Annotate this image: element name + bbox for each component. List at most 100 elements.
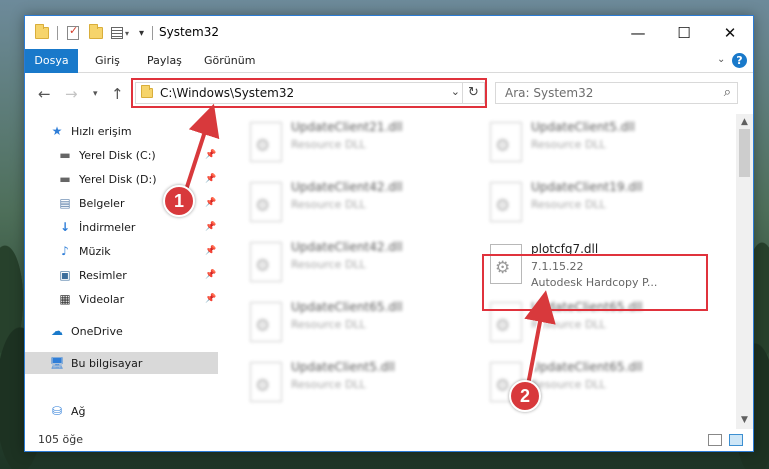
sidebar-item-onedrive[interactable]: ☁ OneDrive	[25, 320, 218, 342]
sidebar-item-label: Ağ	[71, 404, 86, 418]
tab-view[interactable]: Görünüm	[194, 49, 265, 73]
computer-icon: 🖥	[49, 356, 65, 370]
list-item[interactable]: UpdateClient65.dll Resource DLL	[244, 296, 464, 352]
forward-button[interactable]: →	[65, 85, 78, 103]
explorer-window: ▾ ▾ System32 — ☐ ✕ Dosya Giriş Paylaş Gö…	[24, 15, 754, 452]
drive-c-icon: ▬	[59, 148, 71, 162]
videos-icon: ▦	[59, 292, 71, 306]
file-name: UpdateClient42.dll	[291, 240, 403, 254]
sidebar-item-downloads[interactable]: ↓ İndirmeler 📌	[25, 216, 218, 238]
callout-2: 2	[509, 380, 541, 412]
file-description: Resource DLL	[291, 138, 366, 151]
downloads-icon: ↓	[59, 220, 71, 234]
status-bar: 105 öğe	[25, 429, 753, 451]
sidebar-item-quick-access[interactable]: ★ Hızlı erişim	[25, 120, 218, 142]
separator	[57, 25, 58, 41]
maximize-button[interactable]: ☐	[661, 16, 707, 49]
title-bar: ▾ ▾ System32 — ☐ ✕	[25, 16, 753, 49]
list-item[interactable]: UpdateClient5.dll Resource DLL	[244, 356, 464, 412]
minimize-button[interactable]: —	[615, 16, 661, 49]
documents-icon: ▤	[59, 196, 71, 210]
address-highlight-box	[131, 78, 487, 108]
dll-file-icon	[250, 302, 282, 342]
help-icon[interactable]: ?	[732, 53, 747, 68]
file-name: UpdateClient65.dll	[291, 300, 403, 314]
scroll-thumb[interactable]	[739, 129, 750, 177]
dll-file-icon	[490, 122, 522, 162]
sidebar-item-label: Belgeler	[79, 196, 125, 210]
list-item[interactable]: UpdateClient42.dll Resource DLL	[244, 176, 464, 232]
dll-file-icon	[490, 182, 522, 222]
file-name: UpdateClient19.dll	[531, 180, 643, 194]
sidebar-item-music[interactable]: ♪ Müzik 📌	[25, 240, 218, 262]
file-description: Resource DLL	[531, 198, 606, 211]
dll-file-icon	[250, 122, 282, 162]
file-name: UpdateClient42.dll	[291, 180, 403, 194]
pin-icon: 📌	[205, 222, 217, 232]
file-description: Resource DLL	[291, 198, 366, 211]
search-icon: ⌕	[723, 85, 731, 100]
recent-locations-icon[interactable]: ▾	[93, 89, 98, 99]
pin-icon: 📌	[205, 270, 217, 280]
pin-icon: 📌	[205, 174, 217, 184]
dll-file-icon	[250, 182, 282, 222]
drive-d-icon: ▬	[59, 172, 71, 186]
file-description: Resource DLL	[531, 378, 606, 391]
cloud-icon: ☁	[51, 324, 63, 338]
tiles-view-icon[interactable]	[729, 434, 743, 446]
sidebar-item-label: İndirmeler	[79, 220, 136, 234]
pin-icon: 📌	[205, 150, 217, 160]
ribbon-tabs: Dosya Giriş Paylaş Görünüm ⌄ ?	[25, 49, 753, 105]
up-button[interactable]: ↑	[111, 85, 124, 103]
sidebar-item-label: Yerel Disk (C:)	[79, 148, 156, 162]
details-view-icon[interactable]	[708, 434, 722, 446]
pin-icon: 📌	[205, 246, 217, 256]
customize-toolbar-icon[interactable]: ▾	[139, 25, 144, 41]
list-item[interactable]: UpdateClient21.dll Resource DLL	[244, 116, 464, 172]
scroll-down-icon[interactable]: ▼	[736, 412, 753, 429]
sidebar-item-label: Hızlı erişim	[71, 124, 132, 138]
folder-icon	[35, 24, 49, 41]
dll-file-icon	[250, 362, 282, 402]
sidebar-item-this-pc[interactable]: 🖥 Bu bilgisayar	[25, 352, 218, 374]
close-button[interactable]: ✕	[707, 16, 753, 49]
pin-icon: 📌	[205, 198, 217, 208]
search-placeholder: Ara: System32	[505, 86, 594, 100]
pictures-icon: ▣	[59, 268, 71, 282]
properties-icon[interactable]	[67, 24, 79, 41]
new-folder-icon[interactable]	[89, 24, 103, 41]
file-name: UpdateClient21.dll	[291, 120, 403, 134]
file-description: Resource DLL	[291, 318, 366, 331]
sidebar-item-network[interactable]: ⛁ Ağ	[25, 400, 218, 422]
item-count: 105 öğe	[38, 433, 83, 446]
sidebar-item-label: Bu bilgisayar	[71, 356, 143, 370]
list-item[interactable]: UpdateClient5.dll Resource DLL	[484, 116, 704, 172]
sidebar-item-drive-c[interactable]: ▬ Yerel Disk (C:) 📌	[25, 144, 218, 166]
file-name: UpdateClient5.dll	[531, 120, 635, 134]
sidebar-item-label: Videolar	[79, 292, 125, 306]
callout-1: 1	[163, 185, 195, 217]
tab-home[interactable]: Giriş	[85, 49, 130, 73]
file-description: Resource DLL	[531, 318, 606, 331]
sidebar-item-videos[interactable]: ▦ Videolar 📌	[25, 288, 218, 310]
sidebar-item-label: OneDrive	[71, 324, 123, 338]
file-description: Resource DLL	[291, 258, 366, 271]
tab-share[interactable]: Paylaş	[137, 49, 192, 73]
star-icon: ★	[51, 124, 63, 138]
vertical-scrollbar[interactable]: ▲ ▼	[736, 114, 753, 429]
sidebar-item-pictures[interactable]: ▣ Resimler 📌	[25, 264, 218, 286]
view-icon[interactable]: ▾	[111, 25, 129, 41]
file-highlight-box	[482, 254, 708, 311]
sidebar-item-label: Resimler	[79, 268, 127, 282]
list-item[interactable]: UpdateClient42.dll Resource DLL	[244, 236, 464, 292]
sidebar-item-label: Yerel Disk (D:)	[79, 172, 157, 186]
window-title: System32	[159, 25, 220, 39]
file-description: Resource DLL	[291, 378, 366, 391]
list-item[interactable]: UpdateClient19.dll Resource DLL	[484, 176, 704, 232]
search-input[interactable]: Ara: System32 ⌕	[495, 82, 738, 104]
pin-icon: 📌	[205, 294, 217, 304]
expand-ribbon-icon[interactable]: ⌄	[717, 54, 725, 65]
back-button[interactable]: ←	[38, 85, 51, 103]
sidebar-item-drive-d[interactable]: ▬ Yerel Disk (D:) 📌	[25, 168, 218, 190]
file-name: UpdateClient65.dll	[531, 360, 643, 374]
